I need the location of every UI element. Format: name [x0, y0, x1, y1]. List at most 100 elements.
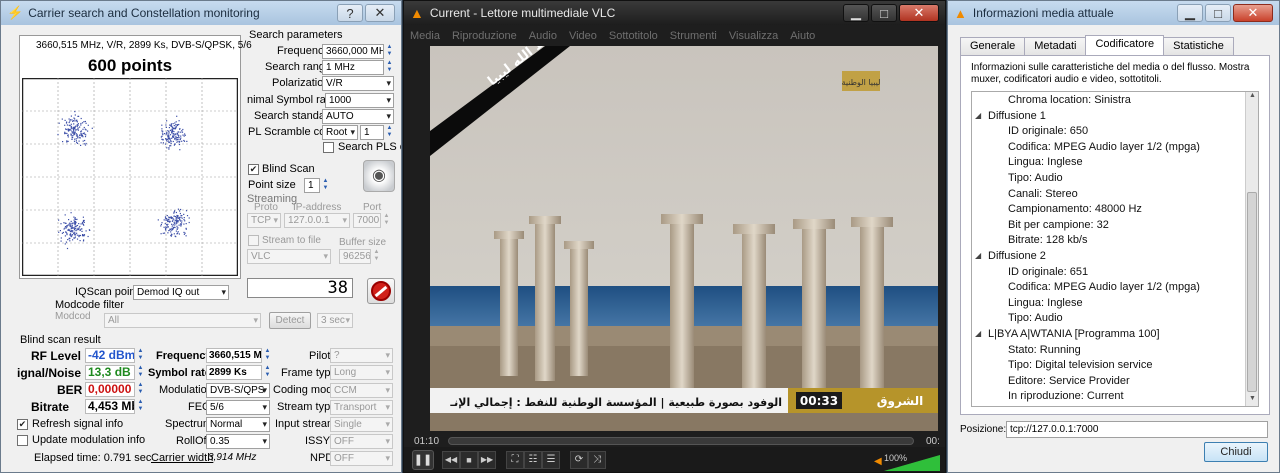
info-close-button[interactable]: ✕	[1233, 4, 1273, 22]
proto-select[interactable]: TCP	[247, 213, 281, 228]
expand-toggle-icon[interactable]: ◢	[975, 251, 981, 260]
pl-scramble-select[interactable]: Root	[322, 125, 358, 140]
stream-type-select[interactable]: Transport	[330, 400, 393, 415]
pl-scramble-spin[interactable]: ▲ ▼	[385, 125, 394, 140]
help-button[interactable]: ?	[337, 4, 363, 22]
min-symbol-rate-select[interactable]: 1000	[325, 93, 394, 108]
vlc-menu-item[interactable]: Aiuto	[790, 30, 815, 42]
search-pls-checkbox[interactable]	[323, 142, 334, 153]
blind-scan-checkbox[interactable]: ✔	[248, 164, 259, 175]
rf-level-spin[interactable]: ▲ ▼	[136, 348, 145, 363]
frequency-spin[interactable]: ▲ ▼	[385, 44, 394, 59]
maximize-button[interactable]: □	[871, 4, 897, 22]
pause-button[interactable]: ❚❚	[412, 450, 434, 470]
vlc-menu-item[interactable]: Strumenti	[670, 30, 717, 42]
tree-item[interactable]: Tipo: Audio	[1008, 172, 1063, 184]
tree-item[interactable]: Tipo: Digital television service	[1008, 359, 1152, 371]
iq-scan-select[interactable]: Demod IQ out	[133, 285, 229, 300]
tab-generale[interactable]: Generale	[960, 37, 1026, 55]
port-input[interactable]: 7000	[353, 213, 381, 228]
close-button[interactable]: ✕	[365, 4, 395, 22]
extended-settings-button[interactable]: ☷	[524, 451, 542, 469]
result-frequency-spin[interactable]: ▲ ▼	[263, 348, 272, 363]
signal-noise-spin[interactable]: ▲ ▼	[136, 365, 145, 380]
ber-spin[interactable]: ▲ ▼	[136, 382, 145, 397]
loop-button[interactable]: ⟳	[570, 451, 588, 469]
volume-slider[interactable]	[884, 455, 940, 471]
rolloff-select[interactable]: 0.35	[206, 434, 270, 449]
tree-item[interactable]: ID originale: 650	[1008, 125, 1088, 137]
polarization-select[interactable]: V/R	[322, 76, 394, 91]
buffer-size-input[interactable]: 96256	[339, 249, 371, 264]
vlc-menu-item[interactable]: Audio	[529, 30, 557, 42]
update-modulation-checkbox[interactable]	[17, 435, 28, 446]
tree-item[interactable]: Stato: Running	[1008, 344, 1081, 356]
tree-item[interactable]: ID originale: 651	[1008, 266, 1088, 278]
ip-address-select[interactable]: 127.0.0.1	[284, 213, 350, 228]
frame-type-select[interactable]: Long	[330, 365, 393, 380]
satellite-dish-icon[interactable]: ◉	[363, 160, 395, 192]
tree-item[interactable]: Chroma location: Sinistra	[1008, 94, 1131, 106]
previous-button[interactable]: ◀◀	[442, 451, 460, 469]
vlc-menu-item[interactable]: Riproduzione	[452, 30, 517, 42]
tree-item[interactable]: Lingua: Inglese	[1008, 156, 1083, 168]
frequency-input[interactable]: 3660,000 MHz	[322, 44, 384, 59]
maximize-button[interactable]: □	[1205, 4, 1231, 22]
tree-item[interactable]: Tipo: Audio	[1008, 312, 1063, 324]
npd-select[interactable]: OFF	[330, 451, 393, 466]
fec-select[interactable]: 5/6	[206, 400, 270, 415]
tree-scrollbar[interactable]: ▲ ▼	[1245, 92, 1258, 406]
coding-mode-select[interactable]: CCM	[330, 383, 393, 398]
next-button[interactable]: ▶▶	[478, 451, 496, 469]
tab-metadati[interactable]: Metadati	[1024, 37, 1087, 55]
stop-button[interactable]: ■	[460, 451, 478, 469]
vlc-menu-item[interactable]: Video	[569, 30, 597, 42]
stop-icon[interactable]	[367, 278, 395, 304]
spectrum-select[interactable]: Normal	[206, 417, 270, 432]
tree-scroll-thumb[interactable]	[1247, 192, 1257, 392]
carrier-width-label[interactable]: Carrier width	[151, 452, 213, 464]
detect-button[interactable]: Detect	[269, 312, 311, 329]
expand-toggle-icon[interactable]: ◢	[975, 329, 981, 338]
tree-item[interactable]: ◢ L|BYA A|WTANIA [Programma 100]	[975, 328, 1160, 340]
position-field[interactable]: tcp://127.0.0.1:7000	[1006, 421, 1268, 438]
pilot-select[interactable]: ?	[330, 348, 393, 363]
search-standard-select[interactable]: AUTO	[322, 109, 394, 124]
tree-item[interactable]: Bitrate: 128 kb/s	[1008, 234, 1088, 246]
tree-item[interactable]: Canali: Stereo	[1008, 188, 1078, 200]
tree-item[interactable]: ◢ Diffusione 1	[975, 110, 1046, 122]
port-spin[interactable]: ▲ ▼	[382, 213, 391, 228]
vlc-menu-item[interactable]: Sottotitolo	[609, 30, 658, 42]
range-input[interactable]: 1 MHz	[322, 60, 384, 75]
speaker-icon[interactable]: ◀	[874, 456, 882, 467]
vlc-menu-item[interactable]: Media	[410, 30, 440, 42]
tree-item[interactable]: Codifica: MPEG Audio layer 1/2 (mpga)	[1008, 141, 1200, 153]
detect-seconds-select[interactable]: 3 sec	[317, 313, 353, 328]
seek-bar[interactable]	[448, 437, 914, 445]
minimize-button[interactable]: ▁	[1177, 4, 1203, 22]
modcode-select[interactable]: All	[104, 313, 261, 328]
tree-item[interactable]: ◢ Diffusione 2	[975, 250, 1046, 262]
tab-codificatore[interactable]: Codificatore	[1085, 35, 1165, 55]
player-select[interactable]: VLC	[247, 249, 331, 264]
tree-item[interactable]: In riproduzione: Current	[1008, 390, 1124, 402]
tree-item[interactable]: Campionamento: 48000 Hz	[1008, 203, 1142, 215]
fullscreen-button[interactable]: ⛶	[506, 451, 524, 469]
chiudi-button[interactable]: Chiudi	[1204, 442, 1268, 462]
vlc-menu-item[interactable]: Visualizza	[729, 30, 778, 42]
range-spin[interactable]: ▲ ▼	[385, 60, 394, 75]
point-size-spin[interactable]: ▲ ▼	[321, 178, 330, 193]
tree-item[interactable]: Bit per campione: 32	[1008, 219, 1109, 231]
bitrate-spin[interactable]: ▲ ▼	[136, 399, 145, 414]
point-size-input[interactable]: 1	[304, 178, 320, 193]
stream-to-file-checkbox[interactable]	[248, 235, 259, 246]
expand-toggle-icon[interactable]: ◢	[975, 111, 981, 120]
tree-item[interactable]: Codifica: MPEG Audio layer 1/2 (mpga)	[1008, 281, 1200, 293]
vlc-close-button[interactable]: ✕	[899, 4, 939, 22]
tree-item[interactable]: Editore: Service Provider	[1008, 375, 1130, 387]
result-symbol-rate-spin[interactable]: ▲ ▼	[263, 365, 272, 380]
shuffle-button[interactable]: ⤨	[588, 451, 606, 469]
pl-scramble-number[interactable]: 1	[360, 125, 384, 140]
playlist-button[interactable]: ☰	[542, 451, 560, 469]
modulation-select[interactable]: DVB-S/QPS	[206, 383, 270, 398]
